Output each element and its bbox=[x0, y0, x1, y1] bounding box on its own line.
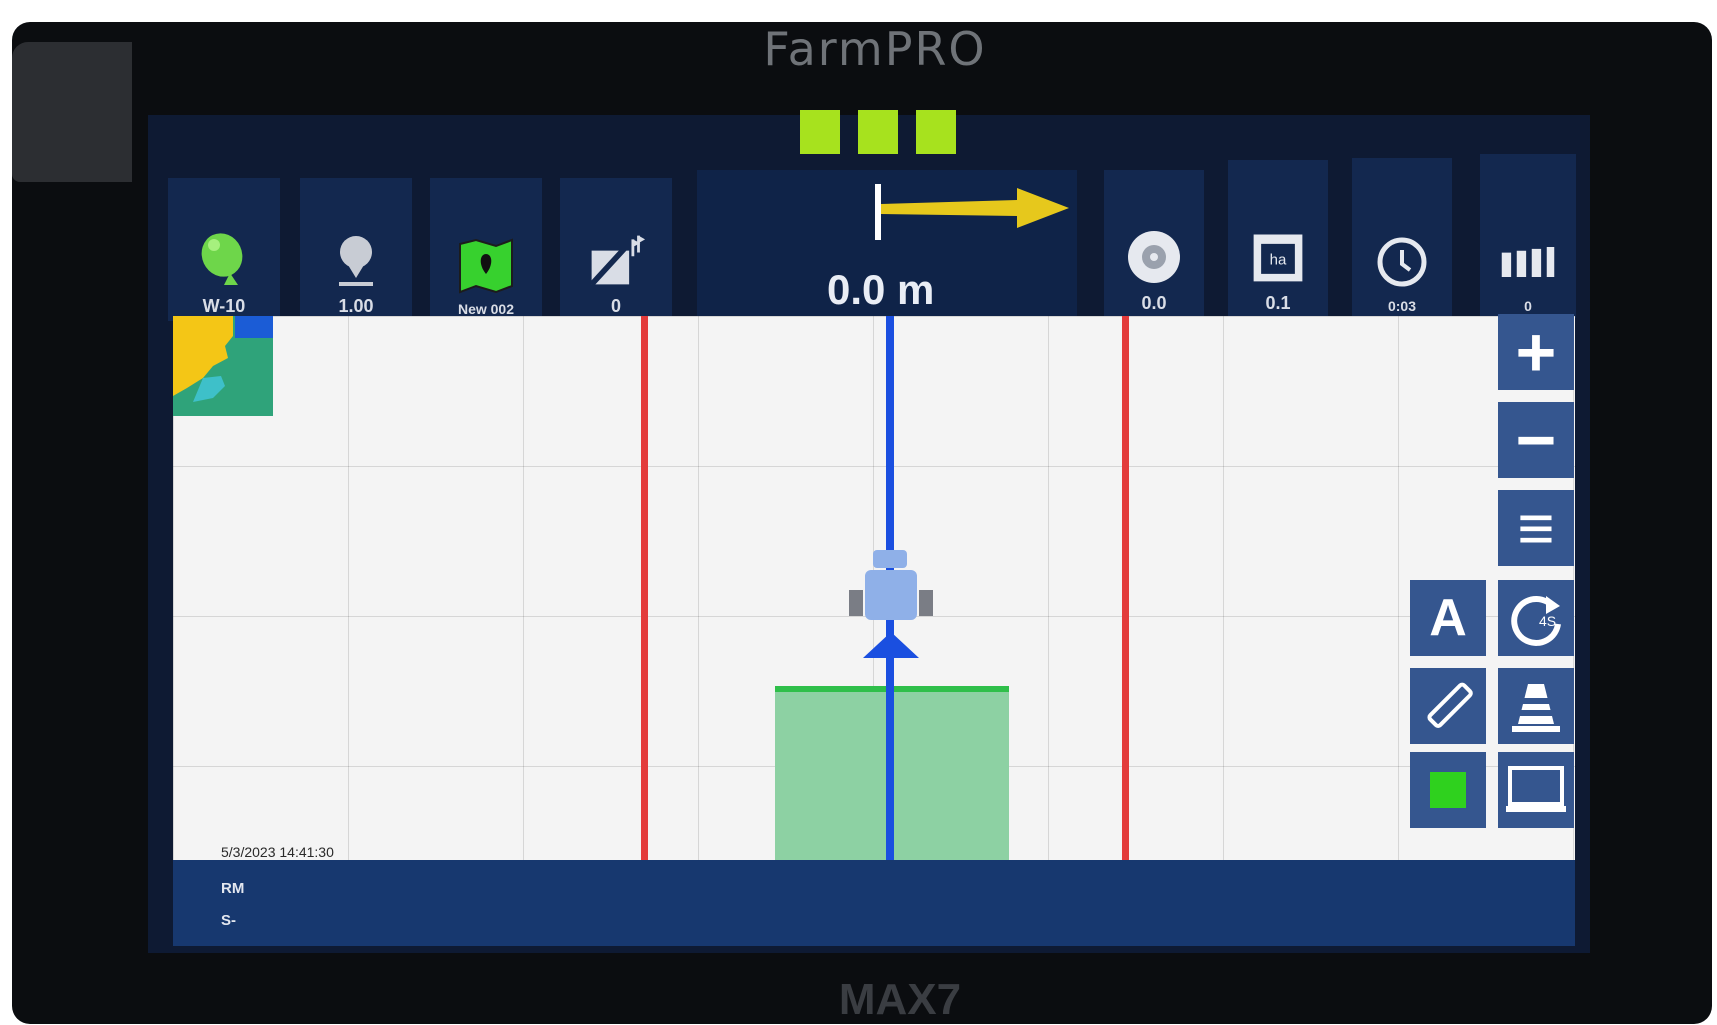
map-timestamp: 5/3/2023 14:41:30 bbox=[221, 844, 334, 860]
guidance-panel: 0.0 m bbox=[697, 170, 1077, 318]
bottom-status-bar: RM S- bbox=[173, 860, 1575, 946]
rotate-icon: 4S bbox=[1511, 596, 1561, 646]
location-pin-icon bbox=[326, 228, 386, 292]
sections-button[interactable]: 0 bbox=[1480, 154, 1576, 318]
time-button[interactable]: 0:03 bbox=[1352, 158, 1452, 318]
bottom-status-line-2: S- bbox=[221, 912, 236, 929]
sections-label: 0 bbox=[1524, 298, 1532, 314]
section-toggle-button[interactable] bbox=[1410, 752, 1486, 828]
screen-view-button[interactable] bbox=[1498, 752, 1574, 828]
ab-line-label: 0 bbox=[610, 296, 621, 316]
time-label: 0:03 bbox=[1387, 298, 1417, 314]
area-button[interactable]: ha 0.1 bbox=[1228, 160, 1328, 318]
svg-text:4S: 4S bbox=[1539, 613, 1556, 629]
speed-label: 0.0 bbox=[1141, 293, 1167, 313]
area-ha-icon: ha bbox=[1248, 225, 1308, 289]
field-map-icon bbox=[456, 233, 516, 297]
gps-satellite-icon bbox=[194, 228, 254, 292]
clock-icon bbox=[1372, 230, 1432, 294]
ruler-icon bbox=[1427, 682, 1473, 728]
gps-label: W-10 bbox=[202, 296, 246, 316]
ruler-button[interactable] bbox=[1410, 668, 1486, 744]
bottom-status-line-1: RM bbox=[221, 880, 245, 897]
speedometer-icon bbox=[1124, 225, 1184, 289]
rotate-view-button[interactable]: 4S bbox=[1498, 580, 1574, 656]
svg-text:ha: ha bbox=[1270, 252, 1287, 269]
ab-line-icon bbox=[586, 228, 646, 292]
status-indicator bbox=[858, 110, 898, 154]
minus-icon: − bbox=[1515, 401, 1557, 479]
sections-icon bbox=[1498, 230, 1558, 294]
ab-line-button[interactable]: 0 bbox=[560, 178, 672, 321]
marker-button[interactable] bbox=[1498, 668, 1574, 744]
plus-icon: + bbox=[1515, 313, 1557, 391]
pin-button[interactable]: 1.00 bbox=[300, 178, 412, 321]
field-label: New 002 bbox=[457, 301, 515, 317]
autosteer-button[interactable]: A bbox=[1410, 580, 1486, 656]
cone-icon bbox=[1512, 684, 1560, 732]
minimap[interactable] bbox=[173, 316, 273, 416]
direction-arrow-icon bbox=[875, 184, 1069, 240]
auto-letter-icon: A bbox=[1429, 589, 1467, 647]
field-map[interactable]: 5/3/2023 14:41:30 bbox=[173, 316, 1575, 860]
status-indicator bbox=[800, 110, 840, 154]
field-button[interactable]: New 002 bbox=[430, 178, 542, 321]
zoom-out-button[interactable]: − bbox=[1498, 402, 1574, 478]
boundary-line-right bbox=[1122, 316, 1129, 860]
speed-button[interactable]: 0.0 bbox=[1104, 170, 1204, 318]
gps-status-button[interactable]: W-10 bbox=[168, 178, 280, 321]
monitor-icon bbox=[1506, 766, 1566, 812]
pin-label: 1.00 bbox=[338, 296, 374, 316]
tractor-icon bbox=[849, 550, 933, 658]
menu-button[interactable]: ≡ bbox=[1498, 490, 1574, 566]
green-square-icon bbox=[1430, 772, 1466, 808]
menu-icon: ≡ bbox=[1517, 492, 1555, 564]
area-label: 0.1 bbox=[1265, 293, 1291, 313]
boundary-line-left bbox=[641, 316, 648, 860]
cross-track-error: 0.0 m bbox=[827, 266, 935, 313]
status-indicator bbox=[916, 110, 956, 154]
brand-logo: FarmPRO bbox=[763, 22, 987, 76]
zoom-in-button[interactable]: + bbox=[1498, 314, 1574, 390]
model-label: MAX7 bbox=[838, 975, 962, 1024]
